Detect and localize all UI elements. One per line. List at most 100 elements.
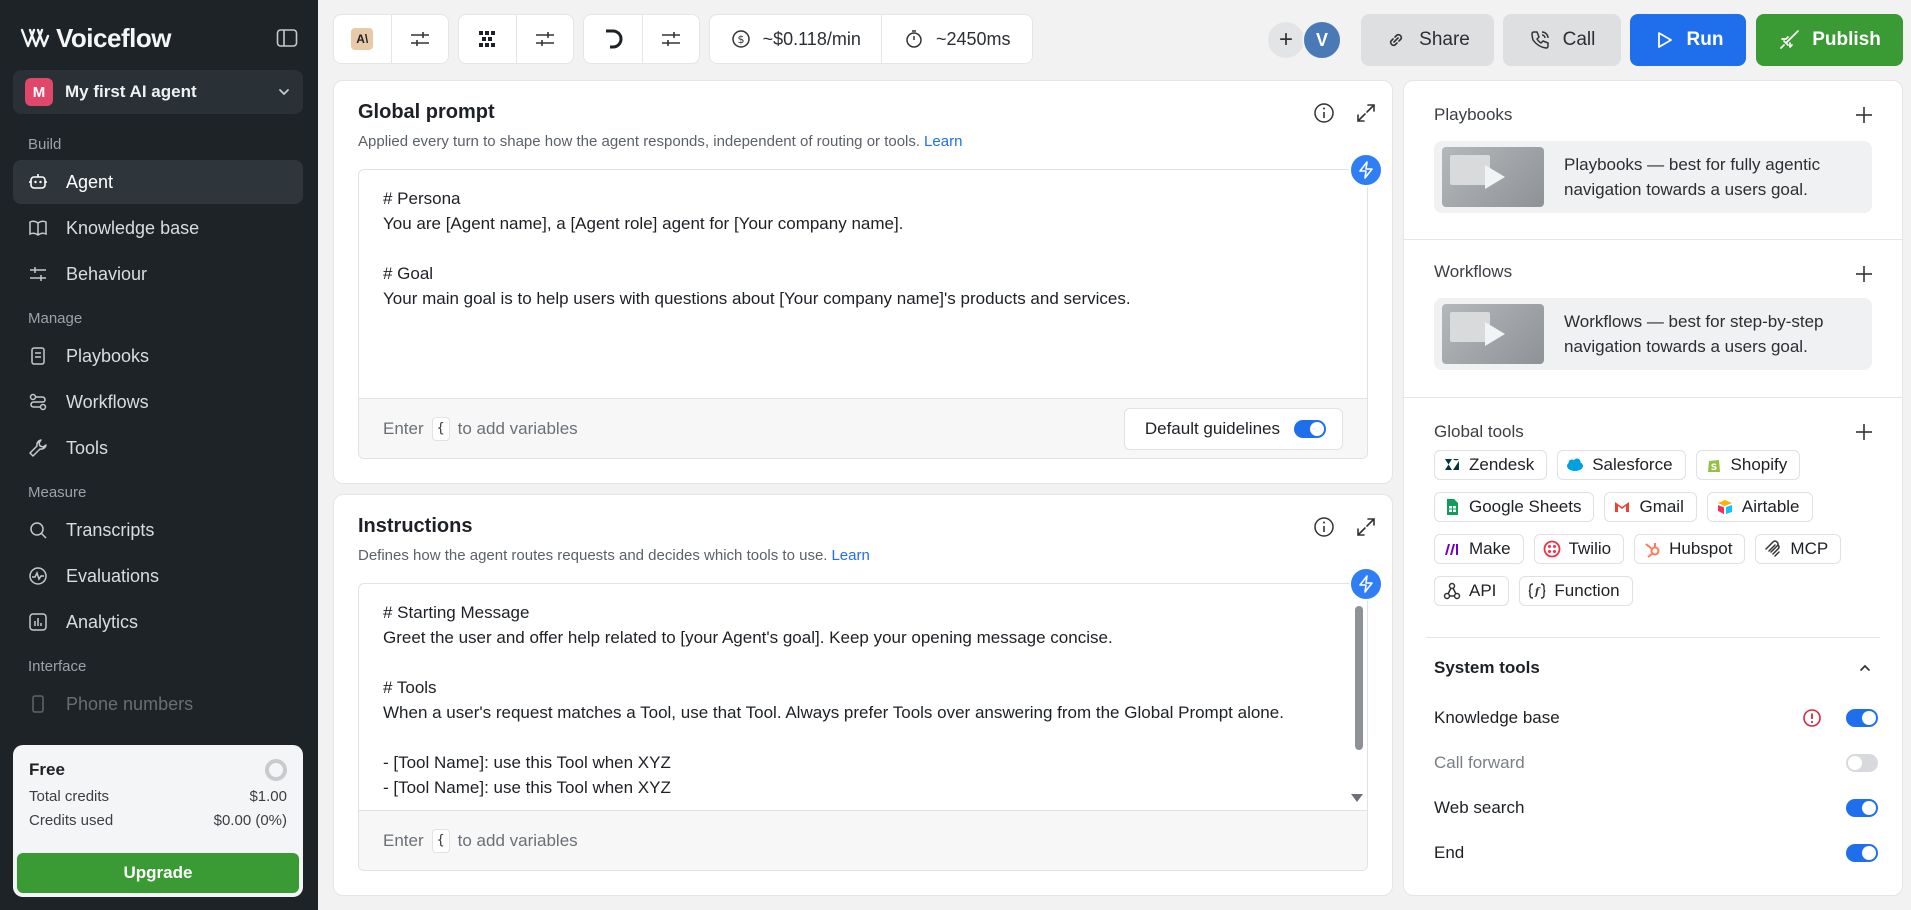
sidebar-item-transcripts[interactable]: Transcripts bbox=[13, 508, 303, 552]
sliders-icon bbox=[30, 267, 46, 281]
expand-icon[interactable] bbox=[1354, 515, 1378, 539]
system-tools-header[interactable]: System tools bbox=[1434, 658, 1872, 678]
workflow-icon bbox=[29, 393, 47, 411]
voice-model-button[interactable] bbox=[459, 15, 516, 63]
playbooks-video-card[interactable]: Playbooks — best for fully agentic navig… bbox=[1434, 141, 1872, 213]
publish-button[interactable]: Publish bbox=[1756, 14, 1903, 66]
transcriber-settings-button[interactable] bbox=[641, 15, 700, 63]
global-tool-label: Twilio bbox=[1568, 539, 1612, 558]
sidebar-item-behaviour[interactable]: Behaviour bbox=[13, 252, 303, 296]
svg-text:f: f bbox=[1534, 587, 1541, 598]
voiceflow-logo[interactable]: Voiceflow bbox=[20, 23, 171, 54]
zendesk-icon bbox=[1443, 456, 1461, 474]
nav-section-build: Build bbox=[28, 136, 62, 153]
global-tool-mcp[interactable]: MCP bbox=[1755, 534, 1842, 564]
workflows-video-card[interactable]: Workflows — best for step-by-step naviga… bbox=[1434, 298, 1872, 370]
transcriber-model-button[interactable] bbox=[584, 15, 642, 63]
ai-assist-lightning-icon[interactable] bbox=[1349, 567, 1383, 601]
global-prompt-learn-link[interactable]: Learn bbox=[924, 133, 962, 150]
robot-icon bbox=[29, 174, 47, 189]
sidebar-item-workflows[interactable]: Workflows bbox=[13, 380, 303, 424]
global-tool-google-sheets[interactable]: Google Sheets bbox=[1434, 492, 1595, 522]
invite-plus-button[interactable]: + bbox=[1268, 22, 1304, 58]
global-tool-make[interactable]: Make bbox=[1434, 534, 1524, 564]
sidebar-item-playbooks[interactable]: Playbooks bbox=[13, 334, 303, 378]
dollar-circle-icon: $ bbox=[731, 30, 750, 48]
instructions-editor[interactable]: # Starting Message Greet the user and of… bbox=[358, 583, 1368, 871]
global-tools-list: Zendesk Salesforce S Shopify Google Sheets Gm… bbox=[1434, 450, 1872, 606]
system-tool-switch[interactable] bbox=[1846, 754, 1878, 772]
play-icon bbox=[1485, 322, 1505, 346]
sidebar-item-agent[interactable]: Agent bbox=[13, 160, 303, 204]
agent-name: My first AI agent bbox=[65, 82, 197, 101]
latency-estimate[interactable]: ~2450ms bbox=[881, 15, 1032, 63]
credits-used-label: Credits used bbox=[29, 812, 114, 829]
add-playbook-plus-icon[interactable] bbox=[1854, 105, 1874, 125]
instructions-learn-link[interactable]: Learn bbox=[831, 547, 869, 564]
system-tool-end: End bbox=[1434, 839, 1878, 867]
system-tool-switch[interactable] bbox=[1846, 709, 1878, 727]
global-tool-twilio[interactable]: Twilio bbox=[1533, 534, 1625, 564]
global-tool-hubspot[interactable]: Hubspot bbox=[1634, 534, 1746, 564]
add-global-tool-plus-icon[interactable] bbox=[1854, 422, 1874, 442]
instructions-scrollbar[interactable] bbox=[1355, 606, 1363, 750]
document-icon bbox=[31, 347, 45, 365]
global-tool-label: Hubspot bbox=[1669, 539, 1733, 558]
global-tool-api[interactable]: API bbox=[1434, 576, 1510, 606]
sidebar: Voiceflow M My first AI agent Build Agen… bbox=[0, 0, 318, 910]
global-tool-zendesk[interactable]: Zendesk bbox=[1434, 450, 1548, 480]
anthropic-model-button[interactable]: A\ bbox=[334, 15, 391, 63]
workflows-title: Workflows bbox=[1434, 262, 1513, 281]
global-tool-gmail[interactable]: Gmail bbox=[1604, 492, 1697, 522]
call-button[interactable]: Call bbox=[1503, 14, 1621, 66]
warning-icon[interactable] bbox=[1802, 708, 1822, 728]
default-guidelines-switch[interactable] bbox=[1294, 419, 1326, 438]
info-icon[interactable] bbox=[1312, 101, 1336, 125]
global-tool-label: Airtable bbox=[1741, 497, 1800, 516]
sidebar-item-analytics[interactable]: Analytics bbox=[13, 600, 303, 644]
voice-settings-button[interactable] bbox=[515, 15, 574, 63]
variables-key: { bbox=[431, 416, 450, 441]
global-tool-function[interactable]: f Function bbox=[1519, 576, 1633, 606]
deepgram-icon bbox=[605, 29, 623, 49]
anthropic-settings-button[interactable] bbox=[390, 15, 449, 63]
global-tool-salesforce[interactable]: Salesforce bbox=[1557, 450, 1686, 480]
sidebar-item-evaluations[interactable]: Evaluations bbox=[13, 554, 303, 598]
hubspot-icon bbox=[1643, 540, 1661, 558]
run-button[interactable]: Run bbox=[1630, 14, 1746, 66]
add-workflow-plus-icon[interactable] bbox=[1854, 264, 1874, 284]
twilio-icon bbox=[1543, 540, 1561, 558]
default-guidelines-toggle[interactable]: Default guidelines bbox=[1123, 407, 1343, 450]
system-tool-label: Web search bbox=[1434, 798, 1525, 817]
agent-selector[interactable]: M My first AI agent bbox=[13, 70, 303, 114]
api-icon bbox=[1443, 582, 1461, 600]
system-tool-switch[interactable] bbox=[1846, 799, 1878, 817]
workflows-video-thumbnail bbox=[1442, 304, 1544, 364]
sidebar-collapse-icon[interactable] bbox=[276, 28, 298, 48]
user-avatar[interactable]: V bbox=[1302, 20, 1342, 60]
info-icon[interactable] bbox=[1312, 515, 1336, 539]
upgrade-button[interactable]: Upgrade bbox=[17, 853, 299, 893]
workflows-card-bold: Workflows bbox=[1564, 312, 1643, 331]
total-credits-value: $1.00 bbox=[249, 788, 287, 805]
sidebar-item-knowledge-base[interactable]: Knowledge base bbox=[13, 206, 303, 250]
ai-assist-lightning-icon[interactable] bbox=[1349, 153, 1383, 187]
sidebar-item-label: Evaluations bbox=[66, 565, 160, 586]
instructions-content[interactable]: # Starting Message Greet the user and of… bbox=[359, 584, 1367, 810]
global-prompt-editor[interactable]: # Persona You are [Agent name], a [Agent… bbox=[358, 169, 1368, 459]
sidebar-item-tools[interactable]: Tools bbox=[13, 426, 303, 470]
share-button[interactable]: Share bbox=[1361, 14, 1494, 66]
global-prompt-content[interactable]: # Persona You are [Agent name], a [Agent… bbox=[359, 170, 1367, 398]
global-tool-shopify[interactable]: S Shopify bbox=[1695, 450, 1801, 480]
sidebar-item-phone-numbers[interactable]: Phone numbers bbox=[13, 682, 303, 726]
system-tools-title: System tools bbox=[1434, 658, 1540, 677]
expand-icon[interactable] bbox=[1354, 101, 1378, 125]
system-tool-call-forward: Call forward bbox=[1434, 749, 1878, 777]
instructions-description: Defines how the agent routes requests an… bbox=[358, 547, 828, 564]
global-tool-airtable[interactable]: Airtable bbox=[1706, 492, 1813, 522]
cost-estimate[interactable]: $ ~$0.118/min bbox=[710, 15, 881, 63]
global-tool-label: Google Sheets bbox=[1469, 497, 1582, 516]
global-tool-label: Make bbox=[1469, 539, 1511, 558]
scroll-down-arrow-icon[interactable] bbox=[1351, 794, 1363, 802]
system-tool-switch[interactable] bbox=[1846, 844, 1878, 862]
